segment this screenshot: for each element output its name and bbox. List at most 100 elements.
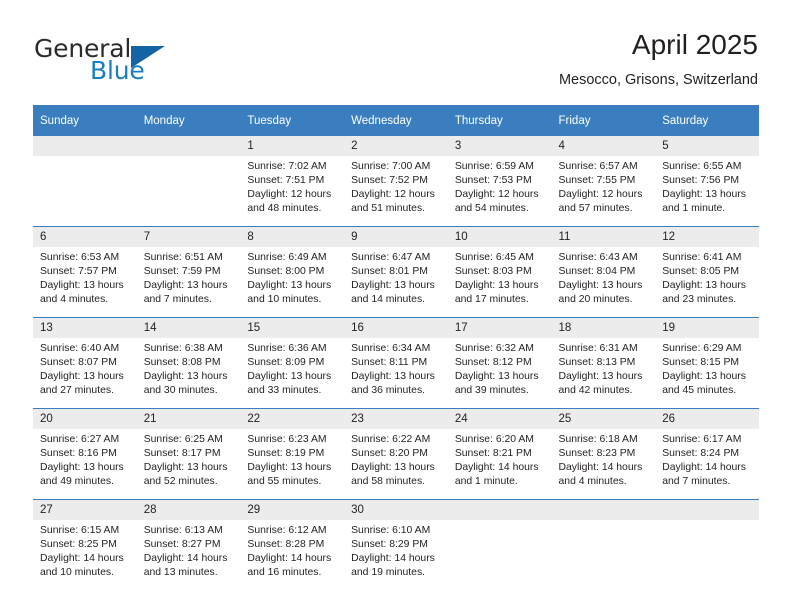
sunrise-text: Sunrise: 6:25 AM	[143, 434, 223, 445]
daylight-text-line1: Daylight: 13 hours	[351, 280, 435, 292]
day-details: Sunrise: 6:17 AM Sunset: 8:24 PM Daylight:…	[655, 429, 759, 489]
calendar-week-row: 1 Sunrise: 7:02 AM Sunset: 7:51 PM Daylight…	[33, 136, 759, 227]
calendar-day-cell[interactable]: 11 Sunrise: 6:43 AM Sunset: 8:04 PM Dayligh…	[551, 226, 656, 318]
sunrise-text: Sunrise: 6:23 AM	[247, 434, 327, 445]
sunset-text: Sunset: 8:17 PM	[143, 448, 221, 460]
calendar-day-cell[interactable]: 25 Sunrise: 6:18 AM Sunset: 8:23 PM Dayligh…	[551, 408, 656, 500]
calendar-day-cell[interactable]: 27 Sunrise: 6:15 AM Sunset: 8:25 PM Dayligh…	[33, 499, 137, 590]
day-number: 15	[240, 318, 345, 338]
daylight-text-line2: and 1 minute.	[454, 476, 518, 488]
calendar-day-cell[interactable]: 5 Sunrise: 6:55 AM Sunset: 7:56 PM Daylight…	[655, 136, 759, 227]
weekday-header-wednesday: Wednesday	[344, 105, 448, 136]
day-details: Sunrise: 6:15 AM Sunset: 8:25 PM Daylight:…	[33, 520, 137, 580]
calendar-day-cell[interactable]: 19 Sunrise: 6:29 AM Sunset: 8:15 PM Dayligh…	[655, 317, 759, 409]
daylight-text-line1: Daylight: 13 hours	[143, 462, 228, 474]
calendar-day-cell[interactable]: 1 Sunrise: 7:02 AM Sunset: 7:51 PM Daylight…	[240, 136, 345, 227]
sunset-text: Sunset: 8:12 PM	[454, 357, 532, 369]
day-number: 17	[447, 318, 552, 338]
day-number: 16	[344, 318, 448, 338]
calendar-grid: Sunday Monday Tuesday Wednesday Thursday…	[33, 105, 759, 590]
calendar-day-cell[interactable]: 17 Sunrise: 6:32 AM Sunset: 8:12 PM Dayligh…	[447, 317, 552, 409]
day-number: 13	[33, 318, 137, 338]
calendar-day-cell[interactable]: 21 Sunrise: 6:25 AM Sunset: 8:17 PM Dayligh…	[136, 408, 241, 500]
calendar-day-cell[interactable]: 14 Sunrise: 6:38 AM Sunset: 8:08 PM Dayligh…	[136, 317, 241, 409]
calendar-day-cell[interactable]: 30 Sunrise: 6:10 AM Sunset: 8:29 PM Dayligh…	[344, 499, 448, 590]
day-number: 14	[136, 318, 241, 338]
weekday-header-tuesday: Tuesday	[240, 105, 345, 136]
day-details: Sunrise: 6:13 AM Sunset: 8:27 PM Daylight:…	[137, 520, 241, 580]
day-number: 6	[33, 227, 137, 247]
calendar-day-cell[interactable]: 13 Sunrise: 6:40 AM Sunset: 8:07 PM Dayligh…	[33, 317, 137, 409]
day-number	[33, 136, 137, 156]
day-number: 7	[136, 227, 241, 247]
calendar-day-cell[interactable]: 8 Sunrise: 6:49 AM Sunset: 8:00 PM Daylight…	[240, 226, 345, 318]
sunset-text: Sunset: 8:08 PM	[143, 357, 221, 369]
location-subtitle: Mesocco, Grisons, Switzerland	[558, 72, 758, 88]
day-details: Sunrise: 6:22 AM Sunset: 8:20 PM Daylight:…	[344, 429, 448, 489]
daylight-text-line2: and 27 minutes.	[40, 385, 114, 397]
sunset-text: Sunset: 8:11 PM	[351, 357, 428, 369]
daylight-text-line2: and 48 minutes.	[247, 203, 322, 215]
generalblue-logo[interactable]: General Blue	[34, 34, 244, 90]
sunrise-text: Sunrise: 6:53 AM	[40, 252, 120, 263]
calendar-day-cell[interactable]: 15 Sunrise: 6:36 AM Sunset: 8:09 PM Dayligh…	[240, 317, 345, 409]
calendar-day-cell[interactable]: 26 Sunrise: 6:17 AM Sunset: 8:24 PM Dayligh…	[655, 408, 759, 500]
sunrise-text: Sunrise: 6:49 AM	[247, 252, 327, 263]
calendar-day-cell[interactable]: 29 Sunrise: 6:12 AM Sunset: 8:28 PM Dayligh…	[240, 499, 345, 590]
daylight-text-line1: Daylight: 12 hours	[558, 189, 643, 201]
day-details: Sunrise: 6:31 AM Sunset: 8:13 PM Daylight:…	[552, 338, 656, 398]
calendar-day-cell[interactable]: 7 Sunrise: 6:51 AM Sunset: 7:59 PM Daylight…	[136, 226, 241, 318]
day-details: Sunrise: 6:41 AM Sunset: 8:05 PM Daylight:…	[655, 247, 759, 307]
calendar-day-cell[interactable]: 6 Sunrise: 6:53 AM Sunset: 7:57 PM Daylight…	[33, 226, 137, 318]
weekday-header-monday: Monday	[136, 105, 241, 136]
calendar-day-cell[interactable]: 24 Sunrise: 6:20 AM Sunset: 8:21 PM Dayligh…	[447, 408, 552, 500]
title-block: April 2025 Mesocco, Grisons, Switzerland	[559, 28, 758, 89]
sunrise-text: Sunrise: 6:17 AM	[662, 434, 742, 445]
sunrise-text: Sunrise: 6:32 AM	[454, 343, 534, 354]
day-number	[447, 500, 552, 520]
weekday-header-sunday: Sunday	[33, 105, 137, 136]
day-number: 10	[447, 227, 552, 247]
day-details: Sunrise: 6:20 AM Sunset: 8:21 PM Daylight:…	[448, 429, 552, 489]
calendar-day-cell[interactable]: 18 Sunrise: 6:31 AM Sunset: 8:13 PM Dayligh…	[551, 317, 656, 409]
sunrise-text: Sunrise: 6:59 AM	[454, 161, 534, 172]
daylight-text-line1: Daylight: 14 hours	[662, 462, 746, 474]
sunrise-text: Sunrise: 6:40 AM	[40, 343, 120, 354]
daylight-text-line2: and 58 minutes.	[351, 476, 426, 488]
daylight-text-line2: and 4 minutes.	[40, 294, 109, 306]
day-details: Sunrise: 6:55 AM Sunset: 7:56 PM Daylight:…	[655, 156, 759, 216]
daylight-text-line2: and 1 minute.	[662, 203, 726, 215]
calendar-day-cell[interactable]: 9 Sunrise: 6:47 AM Sunset: 8:01 PM Daylight…	[344, 226, 448, 318]
sunset-text: Sunset: 8:20 PM	[351, 448, 428, 460]
calendar-header-row: Sunday Monday Tuesday Wednesday Thursday…	[33, 105, 759, 136]
sunset-text: Sunset: 8:25 PM	[40, 539, 117, 551]
day-number: 18	[551, 318, 656, 338]
day-details: Sunrise: 6:49 AM Sunset: 8:00 PM Daylight:…	[240, 247, 344, 307]
sunrise-text: Sunrise: 6:20 AM	[454, 434, 534, 445]
day-number: 12	[655, 227, 759, 247]
calendar-day-cell[interactable]: 22 Sunrise: 6:23 AM Sunset: 8:19 PM Dayligh…	[240, 408, 345, 500]
calendar-day-cell[interactable]: 10 Sunrise: 6:45 AM Sunset: 8:03 PM Dayligh…	[447, 226, 552, 318]
sunrise-text: Sunrise: 6:36 AM	[247, 343, 327, 354]
calendar-day-cell[interactable]: 16 Sunrise: 6:34 AM Sunset: 8:11 PM Dayligh…	[344, 317, 448, 409]
calendar-day-cell[interactable]: 12 Sunrise: 6:41 AM Sunset: 8:05 PM Dayligh…	[655, 226, 759, 318]
day-details: Sunrise: 6:12 AM Sunset: 8:28 PM Daylight:…	[240, 520, 344, 580]
weekday-header-saturday: Saturday	[655, 105, 759, 136]
daylight-text-line2: and 16 minutes.	[247, 567, 322, 579]
sunrise-text: Sunrise: 6:15 AM	[40, 525, 120, 536]
calendar-day-cell[interactable]: 3 Sunrise: 6:59 AM Sunset: 7:53 PM Daylight…	[447, 136, 552, 227]
calendar-day-cell[interactable]: 23 Sunrise: 6:22 AM Sunset: 8:20 PM Dayligh…	[344, 408, 448, 500]
calendar-day-cell[interactable]: 20 Sunrise: 6:27 AM Sunset: 8:16 PM Dayligh…	[33, 408, 137, 500]
sunrise-text: Sunrise: 7:02 AM	[247, 161, 327, 172]
day-details: Sunrise: 6:23 AM Sunset: 8:19 PM Daylight:…	[240, 429, 344, 489]
calendar-day-cell[interactable]: 28 Sunrise: 6:13 AM Sunset: 8:27 PM Dayligh…	[136, 499, 241, 590]
day-details: Sunrise: 6:51 AM Sunset: 7:59 PM Daylight:…	[137, 247, 241, 307]
daylight-text-line2: and 23 minutes.	[662, 294, 737, 306]
daylight-text-line2: and 54 minutes.	[454, 203, 529, 215]
calendar-day-cell[interactable]: 4 Sunrise: 6:57 AM Sunset: 7:55 PM Daylight…	[551, 136, 656, 227]
day-details: Sunrise: 6:59 AM Sunset: 7:53 PM Daylight:…	[448, 156, 552, 216]
daylight-text-line1: Daylight: 14 hours	[558, 462, 643, 474]
sunset-text: Sunset: 8:15 PM	[662, 357, 740, 369]
calendar-cell-empty	[551, 499, 656, 590]
calendar-day-cell[interactable]: 2 Sunrise: 7:00 AM Sunset: 7:52 PM Daylight…	[344, 136, 448, 227]
